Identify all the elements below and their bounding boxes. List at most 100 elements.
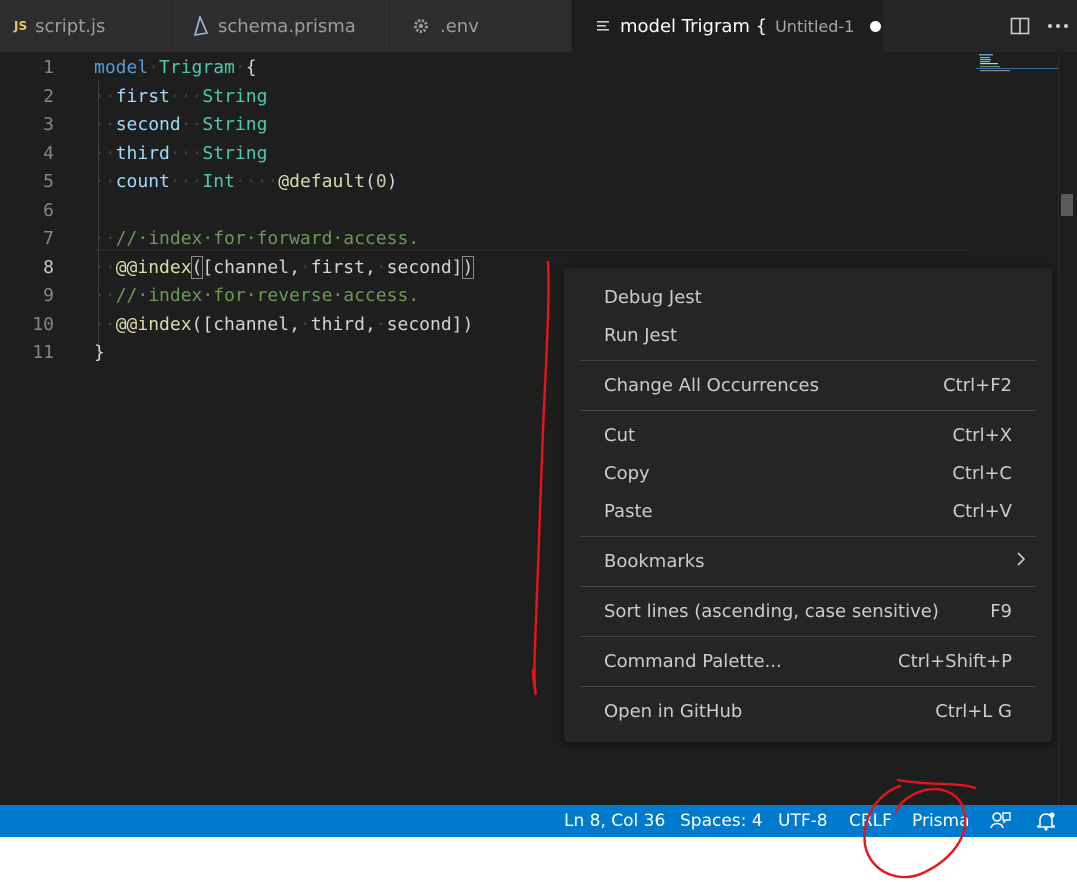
tab-label: model Trigram { — [620, 15, 768, 37]
menu-separator — [580, 586, 1036, 587]
code-token: count — [115, 171, 170, 192]
menu-item-command-palette[interactable]: Command Palette... Ctrl+Shift+P — [580, 642, 1036, 680]
context-menu: Debug Jest Run Jest Change All Occurrences… — [564, 268, 1052, 742]
code-line[interactable]: ··//·index·for·forward·access. — [94, 225, 419, 253]
menu-item-paste[interactable]: Paste Ctrl+V — [580, 492, 1036, 530]
line-number: 3 — [43, 114, 54, 135]
code-line[interactable]: ··second··String — [94, 111, 267, 139]
code-token: String — [202, 85, 268, 107]
line-number: 11 — [32, 342, 54, 363]
document-lines-icon — [596, 19, 610, 33]
end-of-line-setting[interactable]: CRLF — [849, 805, 892, 837]
menu-item-shortcut: Ctrl+F2 — [943, 374, 1012, 396]
code-line[interactable]: ··//·index·for·reverse·access. — [94, 282, 419, 310]
menu-item-label: Change All Occurrences — [604, 374, 819, 396]
code-line[interactable]: ··third···String — [94, 140, 267, 168]
encoding-setting[interactable]: UTF-8 — [778, 805, 828, 837]
menu-item-open-in-github[interactable]: Open in GitHub Ctrl+L G — [580, 692, 1036, 730]
menu-item-debug-jest[interactable]: Debug Jest — [580, 278, 1036, 316]
code-token: ·· — [94, 114, 116, 135]
code-token: @@index — [115, 313, 192, 335]
code-token: ·· — [180, 114, 203, 135]
line-number: 6 — [43, 199, 54, 221]
menu-separator — [580, 360, 1036, 361]
code-token: first, — [310, 256, 376, 278]
menu-separator — [580, 410, 1036, 411]
menu-item-bookmarks[interactable]: Bookmarks — [580, 542, 1036, 580]
line-number: 9 — [43, 285, 54, 306]
line-number: 4 — [43, 142, 54, 164]
code-token: ) — [386, 171, 398, 192]
menu-item-label: Run Jest — [604, 324, 678, 346]
notifications-bell-icon[interactable] — [1035, 810, 1057, 832]
menu-item-label: Command Palette... — [604, 650, 782, 672]
menu-item-label: Sort lines (ascending, case sensitive) — [604, 600, 939, 622]
menu-item-sort-lines-ascending-case-sensitive[interactable]: Sort lines (ascending, case sensitive) F9 — [580, 592, 1036, 630]
scrollbar-thumb[interactable] — [1061, 194, 1073, 216]
line-number: 5 — [43, 171, 54, 192]
menu-item-label: Open in GitHub — [604, 700, 743, 722]
tab-untitled-1[interactable]: model Trigram { Untitled-1 — [572, 0, 884, 52]
code-token: ··· — [169, 85, 203, 107]
code-token: second] — [386, 256, 463, 278]
tab-script-js[interactable]: JS script.js — [0, 0, 172, 52]
language-mode[interactable]: Prisma — [912, 805, 970, 837]
split-editor-icon[interactable] — [1001, 7, 1039, 45]
gear-icon — [412, 17, 430, 35]
code-token: ·· — [94, 285, 116, 306]
tab-bar: JS script.js schema.prisma .env model Tr… — [0, 0, 1077, 52]
menu-item-label: Cut — [604, 424, 636, 446]
code-token: } — [94, 342, 105, 363]
code-token: ·· — [94, 171, 116, 192]
cursor-position[interactable]: Ln 8, Col 36 — [564, 805, 665, 837]
code-token: ··· — [169, 171, 203, 192]
code-token: second]) — [386, 313, 474, 335]
code-line[interactable]: } — [94, 339, 105, 367]
code-token: String — [202, 142, 268, 164]
code-token: @default — [278, 171, 365, 192]
chevron-right-icon — [1016, 551, 1026, 572]
menu-item-cut[interactable]: Cut Ctrl+X — [580, 416, 1036, 454]
tab-label: script.js — [35, 15, 106, 37]
menu-item-change-all-occurrences[interactable]: Change All Occurrences Ctrl+F2 — [580, 366, 1036, 404]
tab-schema-prisma[interactable]: schema.prisma — [172, 0, 390, 52]
code-line[interactable]: ··@@index([channel,·first,·second]) — [94, 254, 475, 282]
vertical-scrollbar[interactable] — [1058, 52, 1077, 805]
unsaved-dot-icon[interactable] — [870, 20, 882, 32]
menu-item-run-jest[interactable]: Run Jest — [580, 316, 1036, 354]
line-number: 2 — [43, 85, 54, 107]
code-token: · — [299, 256, 311, 278]
code-line[interactable]: ··count···Int····@default(0) — [94, 168, 398, 196]
code-token: model — [94, 57, 149, 78]
code-token: first — [115, 85, 170, 107]
code-token: · — [148, 57, 160, 78]
menu-separator — [580, 686, 1036, 687]
menu-separator — [580, 636, 1036, 637]
minimap[interactable] — [976, 54, 1060, 72]
tab-env[interactable]: .env — [390, 0, 572, 52]
line-number: 8 — [43, 256, 54, 278]
feedback-icon[interactable] — [989, 810, 1011, 832]
code-token: ··· — [169, 142, 203, 164]
code-token: third — [115, 142, 170, 164]
code-token: third, — [310, 313, 376, 335]
code-token: ·· — [94, 142, 116, 164]
code-token: String — [202, 114, 268, 135]
menu-item-label: Bookmarks — [604, 550, 705, 572]
menu-item-copy[interactable]: Copy Ctrl+C — [580, 454, 1036, 492]
menu-item-label: Copy — [604, 462, 650, 484]
code-line[interactable]: ··first···String — [94, 83, 267, 111]
line-number: 1 — [43, 57, 54, 78]
code-token: Int — [202, 171, 235, 192]
code-token: 0 — [375, 171, 387, 192]
matched-bracket: ) — [461, 255, 475, 279]
code-token: ·· — [94, 228, 116, 249]
more-actions-icon[interactable] — [1039, 7, 1077, 45]
code-line[interactable]: model·Trigram·{ — [94, 54, 257, 82]
prisma-icon — [192, 16, 208, 36]
menu-item-shortcut: Ctrl+Shift+P — [898, 650, 1012, 672]
code-line[interactable]: ··@@index([channel,·third,·second]) — [94, 311, 473, 339]
indentation-setting[interactable]: Spaces: 4 — [680, 805, 763, 837]
code-token: ( — [364, 171, 376, 192]
code-token: ([channel, — [191, 313, 300, 335]
